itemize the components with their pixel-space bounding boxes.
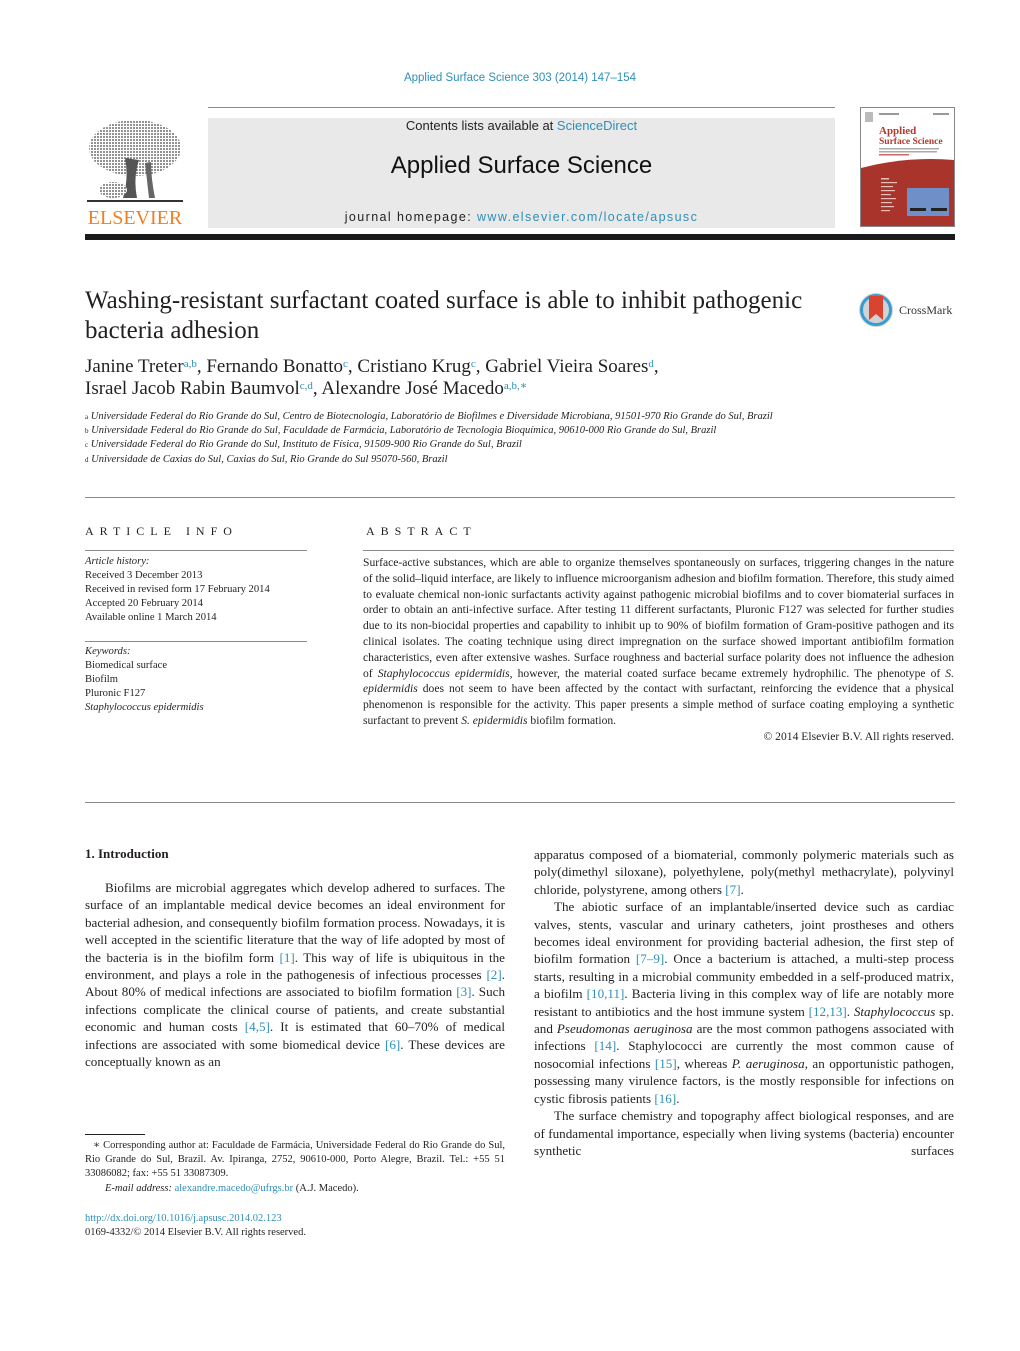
journal-masthead: Contents lists available at ScienceDirec…: [208, 118, 835, 228]
history-item: Available online 1 March 2014: [85, 612, 217, 623]
section-heading-introduction: 1. Introduction: [85, 846, 169, 861]
affiliation-list: a Universidade Federal do Rio Grande do …: [85, 410, 865, 467]
email-suffix: (A.J. Macedo).: [293, 1182, 359, 1194]
italic-term: Staphylococcus: [853, 1003, 936, 1019]
divider: [85, 550, 307, 551]
body-column-left: Biofilms are microbial aggregates which …: [85, 879, 505, 1070]
email-label: E-mail address:: [105, 1182, 172, 1194]
keywords: Keywords: Biomedical surface Biofilm Plu…: [85, 645, 307, 715]
homepage-line: journal homepage: www.elsevier.com/locat…: [208, 210, 835, 224]
email-line: E-mail address: alexandre.macedo@ufrgs.b…: [85, 1182, 505, 1196]
affiliation: a Universidade Federal do Rio Grande do …: [85, 411, 773, 422]
author[interactable]: Janine Tretera,b: [85, 356, 197, 377]
italic-term: P. aeruginosa: [731, 1055, 805, 1071]
paragraph: Biofilms are microbial aggregates which …: [85, 879, 505, 1070]
history-item: Received 3 December 2013: [85, 570, 203, 581]
text-run: .: [740, 881, 744, 897]
abstract-text: Surface-active substances, which are abl…: [363, 556, 955, 743]
divider: [363, 550, 954, 551]
elsevier-tree-icon: [87, 120, 183, 202]
citation-link[interactable]: [15]: [655, 1056, 677, 1071]
sciencedirect-link[interactable]: ScienceDirect: [557, 118, 637, 133]
divider: [85, 802, 955, 803]
elsevier-wordmark: ELSEVIER: [87, 207, 183, 229]
author[interactable]: Fernando Bonattoc: [206, 356, 348, 377]
text-run: , whereas: [676, 1055, 732, 1071]
doi-link[interactable]: http://dx.doi.org/10.1016/j.apsusc.2014.…: [85, 1212, 505, 1226]
homepage-prefix: journal homepage:: [344, 210, 477, 224]
article-history: Article history: Received 3 December 201…: [85, 555, 307, 625]
history-item: Accepted 20 February 2014: [85, 598, 203, 609]
text-run: .: [846, 1003, 854, 1019]
author[interactable]: Israel Jacob Rabin Baumvolc,d: [85, 378, 313, 399]
citation-link[interactable]: [6]: [385, 1037, 400, 1052]
contents-prefix: Contents lists available at: [405, 118, 557, 133]
author-list: Janine Tretera,b, Fernando Bonattoc, Cri…: [85, 356, 659, 399]
affiliation: b Universidade Federal do Rio Grande do …: [85, 425, 717, 437]
citation-link[interactable]: [7–9]: [636, 951, 664, 966]
crossmark-icon: [859, 293, 893, 327]
history-item: Received in revised form 17 February 201…: [85, 584, 270, 595]
abstract-copyright: © 2014 Elsevier B.V. All rights reserved…: [763, 729, 954, 743]
affiliation: c Universidade Federal do Rio Grande do …: [85, 439, 522, 451]
keyword: Pluronic F127: [85, 688, 146, 699]
citation-link[interactable]: [14]: [594, 1038, 616, 1053]
divider: [85, 497, 955, 498]
citation-link[interactable]: [12,13]: [809, 1004, 847, 1019]
text-run: apparatus composed of a biomaterial, com…: [534, 847, 954, 897]
paragraph: apparatus composed of a biomaterial, com…: [534, 846, 954, 898]
article-title: Washing-resistant surfactant coated surf…: [85, 287, 803, 344]
text-run: The surface chemistry and topography aff…: [534, 1108, 954, 1158]
journal-cover-thumbnail[interactable]: Applied Surface Science: [860, 107, 955, 227]
issn-line: 0169-4332/© 2014 Elsevier B.V. All right…: [85, 1227, 306, 1239]
italic-term: Pseudomonas aeruginosa: [556, 1021, 693, 1037]
history-label: Article history:: [85, 556, 150, 567]
email-link[interactable]: alexandre.macedo@ufrgs.br: [175, 1183, 294, 1194]
author[interactable]: Cristiano Krugc: [357, 356, 475, 377]
doi-block: http://dx.doi.org/10.1016/j.apsusc.2014.…: [85, 1212, 505, 1240]
corresponding-author-footnote: ∗ Corresponding author at: Faculdade de …: [85, 1139, 505, 1196]
keyword: Biofilm: [85, 674, 118, 685]
journal-title: Applied Surface Science: [390, 152, 653, 179]
cover-graphic: Applied Surface Science: [861, 108, 954, 226]
homepage-link[interactable]: www.elsevier.com/locate/apsusc: [477, 210, 698, 224]
citation-link[interactable]: [1]: [279, 950, 294, 965]
text-run: .: [676, 1090, 680, 1106]
citation-link[interactable]: [7]: [725, 882, 740, 897]
keyword: Biomedical surface: [85, 660, 168, 671]
header-thick-rule: [85, 234, 955, 240]
paragraph: The abiotic surface of an implantable/in…: [534, 898, 954, 1107]
footnote-rule: [85, 1134, 145, 1135]
article-info-heading: ARTICLE INFO: [85, 524, 238, 538]
citation-link[interactable]: [2]: [486, 967, 501, 982]
citation-link[interactable]: [3]: [456, 984, 471, 999]
author[interactable]: Alexandre José Macedoa,b,∗: [321, 378, 527, 399]
header-rule: [208, 107, 835, 108]
affiliation: d Universidade de Caxias do Sul, Caxias …: [85, 453, 448, 465]
citation-link[interactable]: [16]: [654, 1091, 676, 1106]
journal-citation[interactable]: Applied Surface Science 303 (2014) 147–1…: [0, 72, 1020, 84]
cover-title-line1: Applied: [879, 125, 916, 137]
corresponding-note: ∗ Corresponding author at: Faculdade de …: [85, 1140, 505, 1180]
divider: [85, 641, 307, 642]
citation-link[interactable]: [4,5]: [245, 1019, 270, 1034]
crossmark-badge[interactable]: CrossMark: [857, 290, 967, 330]
elsevier-logo[interactable]: ELSEVIER: [85, 118, 185, 229]
crossmark-label: CrossMark: [899, 303, 953, 317]
citation-link[interactable]: [10,11]: [587, 986, 625, 1001]
body-column-right: apparatus composed of a biomaterial, com…: [534, 846, 954, 1159]
keyword: Staphylococcus epidermidis: [85, 702, 204, 713]
abstract-heading: ABSTRACT: [366, 524, 477, 538]
cover-title-line2: Surface Science: [879, 137, 943, 147]
keywords-label: Keywords:: [85, 646, 131, 657]
paragraph: The surface chemistry and topography aff…: [534, 1107, 954, 1159]
author[interactable]: Gabriel Vieira Soaresd: [485, 356, 654, 377]
contents-line: Contents lists available at ScienceDirec…: [208, 118, 835, 133]
